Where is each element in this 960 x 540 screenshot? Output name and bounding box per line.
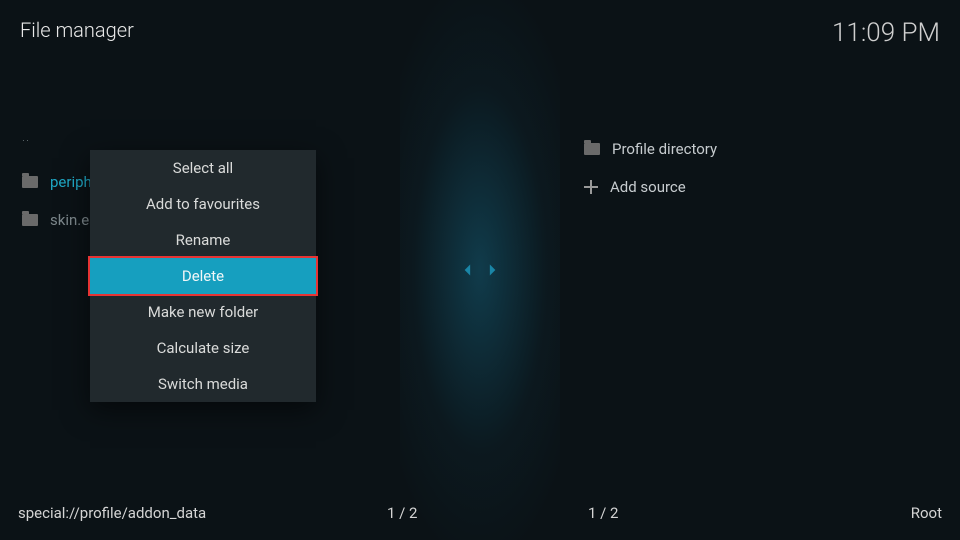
breadcrumb-path: special://profile/addon_data — [18, 504, 206, 522]
file-label: Profile directory — [612, 140, 938, 158]
right-pane: Profile directory Add source — [480, 130, 960, 206]
context-item-add-favourites[interactable]: Add to favourites — [90, 186, 316, 222]
page-title: File manager — [20, 18, 134, 42]
file-label: Add source — [610, 178, 938, 196]
folder-icon — [22, 176, 38, 188]
left-pane-count: 1 / 2 — [387, 504, 418, 522]
header: File manager 11:09 PM — [20, 18, 940, 48]
footer: special://profile/addon_data 1 / 2 1 / 2… — [0, 504, 960, 522]
clock: 11:09 PM — [832, 18, 940, 48]
context-item-calculate-size[interactable]: Calculate size — [90, 330, 316, 366]
folder-icon — [22, 214, 38, 226]
context-menu: Select all Add to favourites Rename Dele… — [90, 150, 316, 402]
context-item-switch-media[interactable]: Switch media — [90, 366, 316, 402]
context-item-rename[interactable]: Rename — [90, 222, 316, 258]
plus-icon — [584, 180, 598, 194]
context-item-new-folder[interactable]: Make new folder — [90, 294, 316, 330]
right-pane-count: 1 / 2 — [588, 504, 619, 522]
file-row[interactable]: Profile directory — [580, 130, 942, 168]
context-item-select-all[interactable]: Select all — [90, 150, 316, 186]
file-row[interactable]: Add source — [580, 168, 942, 206]
transfer-arrows-icon — [461, 259, 499, 281]
folder-icon — [584, 143, 600, 155]
root-label: Root — [911, 504, 942, 522]
context-item-delete[interactable]: Delete — [90, 258, 316, 294]
